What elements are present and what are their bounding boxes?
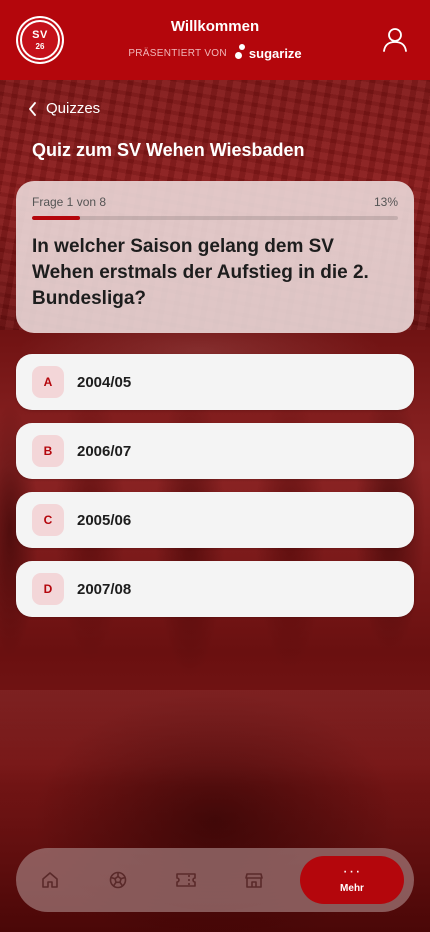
nav-more-button[interactable]: ··· Mehr — [300, 856, 404, 904]
quiz-screen: SV 26 Willkommen PRÄSENTIERT VON sugariz… — [0, 0, 430, 932]
back-label: Quizzes — [46, 100, 101, 117]
header-center: Willkommen PRÄSENTIERT VON sugarize — [0, 18, 430, 62]
bottom-navigation: ··· Mehr — [16, 848, 414, 912]
profile-button[interactable] — [380, 24, 410, 54]
answer-text: 2005/06 — [77, 511, 132, 529]
question-card: Frage 1 von 8 13% In welcher Saison gela… — [16, 181, 414, 333]
presented-by-label: PRÄSENTIERT VON — [128, 47, 227, 59]
ticket-icon — [176, 873, 196, 887]
answer-option-b[interactable]: B 2006/07 — [16, 423, 414, 479]
progress-fill — [32, 216, 80, 220]
question-text: In welcher Saison gelang dem SV Wehen er… — [32, 236, 369, 309]
home-icon — [42, 872, 58, 888]
football-icon — [109, 871, 127, 889]
nav-home[interactable] — [16, 848, 84, 912]
progress-bar — [32, 216, 398, 220]
presented-by: PRÄSENTIERT VON sugarize — [128, 44, 302, 62]
background-pitch — [0, 690, 430, 850]
nav-tickets[interactable] — [152, 848, 220, 912]
progress-percent: 13% — [373, 195, 398, 209]
sponsor-mark-icon — [234, 44, 247, 62]
header-title: Willkommen — [170, 18, 260, 35]
answer-list: A 2004/05 B 2006/07 C 2005/06 D 2007/08 — [16, 354, 414, 630]
question-counter: Frage 1 von 8 — [32, 195, 107, 209]
app-header: SV 26 Willkommen PRÄSENTIERT VON sugariz… — [0, 0, 430, 80]
answer-text: 2004/05 — [77, 373, 132, 391]
back-to-quizzes[interactable]: Quizzes — [28, 100, 100, 117]
answer-letter-badge: B — [32, 435, 64, 467]
page-title: Quiz zum SV Wehen Wiesbaden — [32, 140, 305, 160]
sponsor-logo: sugarize — [234, 44, 302, 62]
user-icon — [383, 28, 407, 52]
question-meta: Frage 1 von 8 13% — [32, 195, 398, 209]
answer-option-d[interactable]: D 2007/08 — [16, 561, 414, 617]
answer-letter-badge: A — [32, 366, 64, 398]
chevron-left-icon — [29, 101, 36, 116]
store-icon — [245, 873, 263, 888]
nav-shop[interactable] — [220, 848, 288, 912]
answer-text: 2007/08 — [77, 580, 132, 598]
sponsor-name: sugarize — [248, 45, 302, 61]
answer-option-a[interactable]: A 2004/05 — [16, 354, 414, 410]
nav-more-label: Mehr — [340, 882, 364, 894]
answer-text: 2006/07 — [77, 442, 132, 460]
nav-football[interactable] — [84, 848, 152, 912]
answer-option-c[interactable]: C 2005/06 — [16, 492, 414, 548]
answer-letter-badge: D — [32, 573, 64, 605]
more-dots-icon: ··· — [342, 862, 362, 880]
answer-letter-badge: C — [32, 504, 64, 536]
